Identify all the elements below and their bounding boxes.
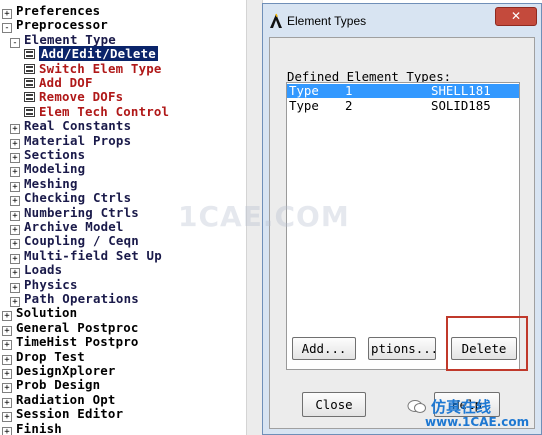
tree-item-label: Drop Test (16, 348, 85, 364)
tree-item[interactable]: + General Postproc (2, 319, 139, 336)
tree-item[interactable]: + Sections (10, 147, 86, 163)
tree-item[interactable]: + Archive Model (10, 219, 124, 235)
tree-item-label: Preferences (16, 3, 101, 18)
tree-item-label: Real Constants (24, 118, 132, 134)
tree-item[interactable]: + Checking Ctrls (10, 190, 132, 207)
tree-item[interactable]: + Multi-field Set Up (10, 247, 162, 264)
delete-highlight-box (446, 316, 528, 371)
type-number: 1 (345, 83, 353, 98)
tree-item-label: Finish (16, 420, 62, 435)
help-button[interactable]: Help (434, 392, 500, 417)
tree-item-label: Meshing (24, 175, 78, 191)
tree-item[interactable]: + Physics (10, 276, 78, 293)
tree-item[interactable]: Add/Edit/Delete (24, 46, 158, 62)
tree-item-label: Radiation Opt (16, 391, 116, 407)
menu-command-icon (24, 106, 35, 117)
screen: + Preferences - Preprocessor - Element Type Ad… (0, 0, 542, 435)
tree-item-label: TimeHist Postpro (16, 334, 139, 350)
type-keyword: Type (289, 83, 319, 98)
tree-item-label: Archive Model (24, 219, 124, 234)
tree-item-label: Switch Elem Type (39, 60, 162, 76)
tree-item[interactable]: - Element Type (10, 31, 116, 48)
tree-item-label: Checking Ctrls (24, 190, 132, 206)
tree-item-label: Add/Edit/Delete (39, 46, 158, 62)
tree-item-label: Multi-field Set Up (24, 247, 162, 263)
tree-item[interactable]: - Preprocessor (2, 17, 108, 34)
tree-item[interactable]: + Finish (2, 420, 62, 435)
collapse-icon[interactable]: - (10, 37, 20, 48)
options-button[interactable]: ptions... (368, 337, 436, 360)
tree-item[interactable]: + Numbering Ctrls (10, 204, 139, 221)
tree-item-label: Physics (24, 276, 78, 292)
tree-item[interactable]: + Session Editor (2, 406, 124, 423)
tree-item-label: Coupling / Ceqn (24, 233, 139, 249)
ansys-logo-icon (270, 13, 282, 28)
tree-item[interactable]: + Solution (2, 305, 78, 322)
list-item[interactable]: Type 2 SOLID185 (287, 99, 519, 113)
tree-item[interactable]: + Meshing (10, 175, 78, 192)
type-keyword: Type (289, 98, 319, 113)
menu-command-icon (24, 92, 35, 103)
tree-item[interactable]: + Coupling / Ceqn (10, 233, 139, 250)
tree-item[interactable]: + Real Constants (10, 118, 132, 135)
tree-item[interactable]: Remove DOFs (24, 90, 123, 104)
dialog-body: Defined Element Types: Type 1 SHELL181 T… (269, 37, 535, 429)
tree-item[interactable]: + Radiation Opt (2, 391, 116, 408)
tree-item-label: Numbering Ctrls (24, 204, 139, 220)
element-name: SHELL181 (431, 83, 491, 98)
tree-item-label: Session Editor (16, 406, 124, 422)
expand-icon[interactable]: + (2, 426, 12, 435)
tree-item[interactable]: + Modeling (10, 161, 86, 178)
dialog-titlebar[interactable]: Element Types ✕ (263, 4, 541, 38)
tree-item-label: Preprocessor (16, 17, 108, 33)
tree-item[interactable]: + Drop Test (2, 348, 85, 365)
tree-item[interactable]: Add DOF (24, 76, 93, 90)
element-name: SOLID185 (431, 98, 491, 113)
tree-item-label: DesignXplorer (16, 363, 116, 378)
tree-item[interactable]: + DesignXplorer (2, 363, 116, 379)
add-button[interactable]: Add... (292, 337, 356, 360)
close-button[interactable]: Close (302, 392, 366, 417)
tree-item[interactable]: + TimeHist Postpro (2, 334, 139, 351)
tree-item[interactable]: + Prob Design (2, 377, 101, 394)
tree-item-label: Add DOF (39, 75, 93, 90)
tree-item-label: Elem Tech Control (39, 103, 170, 119)
type-number: 2 (345, 98, 353, 113)
tree-item[interactable]: Elem Tech Control (24, 103, 170, 119)
tree-item[interactable]: + Preferences (2, 3, 101, 19)
main-menu-tree: + Preferences - Preprocessor - Element Type Ad… (0, 0, 247, 435)
tree-item[interactable]: + Material Props (10, 132, 132, 149)
tree-item-label: Loads (24, 262, 63, 278)
tree-item-label: Prob Design (16, 377, 101, 393)
menu-command-icon (24, 78, 35, 88)
dialog-title: Element Types (287, 14, 367, 28)
element-types-dialog: Element Types ✕ Defined Element Types: T… (262, 3, 542, 435)
tree-item-label: Path Operations (24, 291, 139, 306)
tree-item[interactable]: + Path Operations (10, 291, 139, 307)
list-item[interactable]: Type 1 SHELL181 (287, 84, 519, 98)
tree-item-label: Remove DOFs (39, 89, 124, 105)
tree-item-label: Solution (16, 305, 78, 321)
tree-scrollbar[interactable] (246, 0, 263, 435)
tree-item-label: Sections (24, 147, 86, 162)
tree-item-label: Material Props (24, 132, 132, 148)
tree-item-label: Element Type (24, 31, 116, 47)
tree-item[interactable]: + Loads (10, 262, 63, 279)
tree-item-label: General Postproc (16, 319, 139, 335)
menu-command-icon (24, 49, 35, 60)
close-icon[interactable]: ✕ (495, 7, 537, 26)
tree-item-label: Modeling (24, 161, 86, 177)
menu-command-icon (24, 63, 35, 74)
tree-item[interactable]: Switch Elem Type (24, 60, 162, 76)
